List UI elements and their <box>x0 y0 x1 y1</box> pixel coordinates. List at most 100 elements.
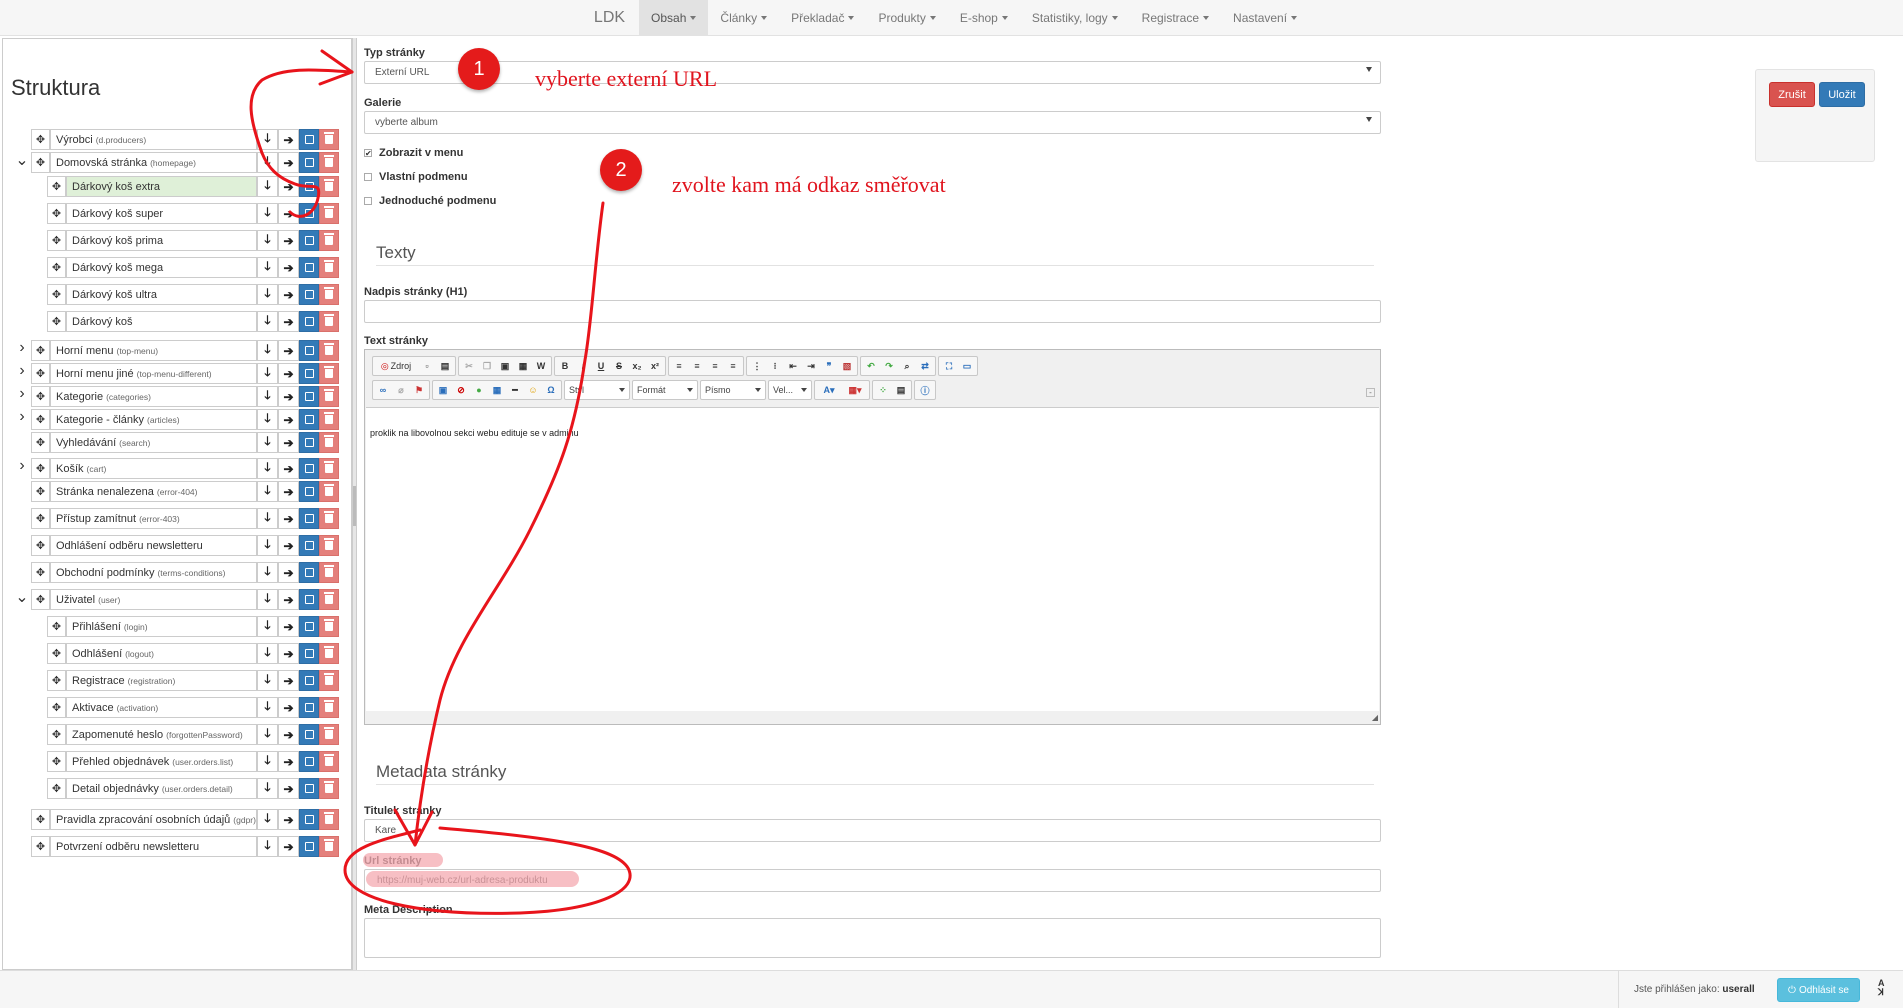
chevron-down-icon[interactable]: ⌄ <box>15 587 29 607</box>
delete-icon[interactable] <box>319 616 339 637</box>
meta-description-textarea[interactable] <box>364 918 1381 958</box>
edit-icon[interactable] <box>299 589 319 610</box>
link-icon[interactable]: ∞ <box>375 382 391 398</box>
move-handle-icon[interactable]: ✥ <box>47 230 66 251</box>
smiley-icon[interactable]: ☺ <box>525 382 541 398</box>
move-right-icon[interactable]: ➔ <box>278 670 299 691</box>
edit-icon[interactable] <box>299 230 319 251</box>
tree-item-label[interactable]: Odhlášení odběru newsletteru <box>50 535 257 556</box>
tree-item-label[interactable]: Přehled objednávek (user.orders.list) <box>66 751 257 772</box>
move-down-icon[interactable]: 🡓 <box>257 481 278 502</box>
cancel-button[interactable]: Zrušit <box>1769 82 1815 107</box>
move-right-icon[interactable]: ➔ <box>278 643 299 664</box>
move-handle-icon[interactable]: ✥ <box>47 697 66 718</box>
move-right-icon[interactable]: ➔ <box>278 386 299 407</box>
panel-splitter[interactable] <box>352 38 357 970</box>
select-all-icon[interactable]: ⁘ <box>875 382 891 398</box>
horizontal-line-icon[interactable]: ━ <box>507 382 523 398</box>
tree-item-label[interactable]: Výrobci (d.producers) <box>50 129 257 150</box>
move-handle-icon[interactable]: ✥ <box>31 409 50 430</box>
save-button[interactable]: Uložit <box>1819 82 1865 107</box>
edit-icon[interactable] <box>299 724 319 745</box>
delete-icon[interactable] <box>319 203 339 224</box>
edit-icon[interactable] <box>299 386 319 407</box>
delete-icon[interactable] <box>319 836 339 857</box>
subscript-icon[interactable]: x₂ <box>629 358 645 374</box>
move-handle-icon[interactable]: ✥ <box>31 432 50 453</box>
tree-item-label[interactable]: Potvrzení odběru newsletteru <box>50 836 257 857</box>
delete-icon[interactable] <box>319 481 339 502</box>
move-right-icon[interactable]: ➔ <box>278 535 299 556</box>
editor-content-area[interactable]: proklik na libovolnou sekci webu edituje… <box>366 407 1379 711</box>
move-right-icon[interactable]: ➔ <box>278 363 299 384</box>
move-down-icon[interactable]: 🡓 <box>257 311 278 332</box>
blockquote-icon[interactable]: ❞ <box>821 358 837 374</box>
anchor-icon[interactable]: ⚑ <box>411 382 427 398</box>
edit-icon[interactable] <box>299 432 319 453</box>
tree-item-label[interactable]: Dárkový koš super <box>66 203 257 224</box>
checkbox-empty-icon[interactable] <box>364 197 372 205</box>
move-down-icon[interactable]: 🡓 <box>257 129 278 150</box>
move-right-icon[interactable]: ➔ <box>278 432 299 453</box>
edit-icon[interactable] <box>299 616 319 637</box>
source-button[interactable]: ◎ Zdroj <box>375 358 417 374</box>
edit-icon[interactable] <box>299 643 319 664</box>
align-justify-icon[interactable]: ≡ <box>725 358 741 374</box>
edit-icon[interactable] <box>299 458 319 479</box>
delete-icon[interactable] <box>319 363 339 384</box>
tree-item-label[interactable]: Dárkový koš extra <box>66 176 257 197</box>
tree-item-label[interactable]: Aktivace (activation) <box>66 697 257 718</box>
move-down-icon[interactable]: 🡓 <box>257 809 278 830</box>
move-right-icon[interactable]: ➔ <box>278 562 299 583</box>
chevron-right-icon[interactable]: › <box>15 408 29 426</box>
move-down-icon[interactable]: 🡓 <box>257 176 278 197</box>
tree-item-label[interactable]: Dárkový koš ultra <box>66 284 257 305</box>
splitter-grip[interactable] <box>353 486 356 526</box>
custom-submenu-checkbox[interactable]: Vlastní podmenu <box>364 171 468 183</box>
delete-icon[interactable] <box>319 129 339 150</box>
move-handle-icon[interactable]: ✥ <box>47 751 66 772</box>
delete-icon[interactable] <box>319 508 339 529</box>
edit-icon[interactable] <box>299 778 319 799</box>
delete-icon[interactable] <box>319 751 339 772</box>
align-center-icon[interactable]: ≡ <box>689 358 705 374</box>
move-right-icon[interactable]: ➔ <box>278 616 299 637</box>
move-handle-icon[interactable]: ✥ <box>47 284 66 305</box>
cut-icon[interactable]: ✂ <box>461 358 477 374</box>
tree-item-label[interactable]: Vyhledávání (search) <box>50 432 257 453</box>
about-info-icon[interactable]: ⓘ <box>917 382 933 398</box>
move-handle-icon[interactable]: ✥ <box>31 363 50 384</box>
delete-icon[interactable] <box>319 724 339 745</box>
checkbox-empty-icon[interactable] <box>364 173 372 181</box>
templates-icon[interactable]: ▤ <box>437 358 453 374</box>
move-handle-icon[interactable]: ✥ <box>31 809 50 830</box>
edit-icon[interactable] <box>299 311 319 332</box>
tree-item-label[interactable]: Přístup zamítnut (error-403) <box>50 508 257 529</box>
move-right-icon[interactable]: ➔ <box>278 508 299 529</box>
move-down-icon[interactable]: 🡓 <box>257 284 278 305</box>
edit-icon[interactable] <box>299 257 319 278</box>
replace-icon[interactable]: ⇄ <box>917 358 933 374</box>
edit-icon[interactable] <box>299 562 319 583</box>
move-right-icon[interactable]: ➔ <box>278 724 299 745</box>
move-handle-icon[interactable]: ✥ <box>47 643 66 664</box>
move-down-icon[interactable]: 🡓 <box>257 751 278 772</box>
move-right-icon[interactable]: ➔ <box>278 311 299 332</box>
move-right-icon[interactable]: ➔ <box>278 340 299 361</box>
move-down-icon[interactable]: 🡓 <box>257 508 278 529</box>
tree-item-label[interactable]: Obchodní podmínky (terms-conditions) <box>50 562 257 583</box>
delete-icon[interactable] <box>319 257 339 278</box>
show-in-menu-checkbox[interactable]: ✔ Zobrazit v menu <box>364 147 463 159</box>
move-down-icon[interactable]: 🡓 <box>257 340 278 361</box>
paste-icon[interactable]: ▣ <box>497 358 513 374</box>
move-down-icon[interactable]: 🡓 <box>257 562 278 583</box>
format-dropdown[interactable]: Formát <box>632 380 698 400</box>
table-insert-icon[interactable]: ▦▾ <box>843 382 867 398</box>
move-handle-icon[interactable]: ✥ <box>31 129 50 150</box>
move-down-icon[interactable]: 🡓 <box>257 724 278 745</box>
edit-icon[interactable] <box>299 203 319 224</box>
size-dropdown[interactable]: Vel... <box>768 380 812 400</box>
move-down-icon[interactable]: 🡓 <box>257 535 278 556</box>
undo-icon[interactable]: ↶ <box>863 358 879 374</box>
delete-icon[interactable] <box>319 409 339 430</box>
